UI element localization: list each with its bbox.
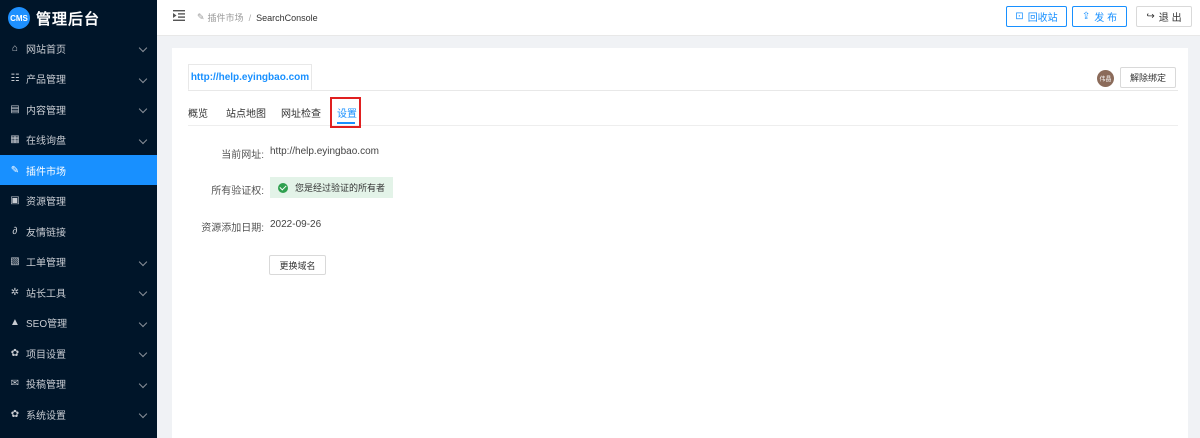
sidebar-item[interactable]: ✉ 投稿管理 [0,369,157,399]
home-icon: ⌂ [11,42,19,54]
tools-icon: ✲ [10,286,20,298]
added-date-label: 资源添加日期: [201,223,264,234]
avatar[interactable]: 伟晶 [1097,70,1114,87]
cms-logo-icon: CMS [8,7,30,29]
menu-fold-icon[interactable] [173,10,185,21]
chevron-down-icon [138,287,148,297]
highlight-box [330,97,361,128]
sidebar-item[interactable]: ▲ SEO管理 [0,308,157,338]
sidebar-item-label: 友情链接 [26,227,66,239]
sidebar-item-label: 产品管理 [26,75,66,86]
sidebar-item-label: 网站首页 [26,44,66,56]
sidebar-item[interactable]: ▤ 内容管理 [0,94,157,124]
warning-icon: ▲ [10,317,20,328]
logo[interactable]: CMS 管理后台 [0,0,157,36]
verified-owner-badge: 您是经过验证的所有者 [270,177,393,198]
pin-icon: ✎ [10,164,20,176]
verified-owner-text: 您是经过验证的所有者 [295,183,386,193]
main-card: http://help.eyingbao.com 伟晶 解除绑定 概览 站点地图… [172,48,1188,438]
sidebar-item[interactable]: ✎ 插件市场 [0,155,157,185]
sidebar: CMS 管理后台 ⌂ 网站首页 ☷ 产品管理 ▤ 内容管理 ▦ 在线询盘 ✎ 插件市场 ▣ 资源管理 ∂… [0,0,157,438]
upload-icon: ⇪ [1081,11,1091,22]
sidebar-item-label: 项目设置 [26,349,66,361]
app-title: 管理后台 [36,10,101,28]
sidebar-item[interactable]: ▦ 在线询盘 [0,125,157,155]
sidebar-item[interactable]: ✿ 项目设置 [0,338,157,368]
sidebar-item[interactable]: ∂ 友情链接 [0,216,157,246]
content-icon: ▤ [10,103,20,115]
chevron-down-icon [138,379,148,388]
sidebar-item[interactable]: ▣ 资源管理 [0,186,157,216]
chevron-down-icon [138,318,148,327]
logout-button[interactable]: ↪ 退 出 [1136,6,1192,27]
mail-icon: ✉ [10,378,20,389]
sidebar-item-label: SEO管理 [26,319,68,330]
tab-overview[interactable]: 概览 [188,105,208,120]
current-url-value: http://help.eyingbao.com [270,146,379,157]
chevron-down-icon [138,348,148,358]
breadcrumb-current: SearchConsole [256,12,318,23]
chevron-down-icon [138,409,148,419]
chevron-down-icon [138,257,148,266]
chevron-down-icon [138,43,148,53]
sidebar-item-label: 资源管理 [26,197,66,208]
grid-icon: ▣ [10,195,20,206]
logout-icon: ↪ [1146,11,1155,22]
sidebar-item[interactable]: ☷ 产品管理 [0,64,157,94]
settings-icon: ✿ [10,408,20,420]
recycle-bin-button[interactable]: ⊡ 回收站 [1006,6,1067,27]
gear-icon: ✿ [10,347,20,359]
product-icon: ☷ [10,73,20,84]
link-icon: ∂ [12,225,18,237]
sidebar-item-label: 站长工具 [26,288,66,300]
top-header: ✎ 插件市场 / SearchConsole ⊡ 回收站 ⇪ 发 布 ↪ 退 出 [157,0,1200,36]
breadcrumb: ✎ 插件市场 / SearchConsole [197,11,318,24]
tab-url-inspection[interactable]: 网址检查 [281,105,321,120]
sidebar-item[interactable]: ✿ 系统设置 [0,399,157,429]
sidebar-item-label: 系统设置 [26,410,66,422]
breadcrumb-parent[interactable]: 插件市场 [208,11,244,24]
sidebar-item-label: 插件市场 [26,166,66,178]
inquiry-icon: ▦ [10,134,20,145]
logout-label: 退 出 [1158,13,1182,24]
unbind-button[interactable]: 解除绑定 [1120,67,1176,88]
ownership-label: 所有验证权: [211,186,264,197]
tab-sitemap[interactable]: 站点地图 [226,105,266,120]
sidebar-item-label: 在线询盘 [26,136,66,147]
trash-icon: ⊡ [1015,11,1024,22]
sidebar-item-label: 工单管理 [26,258,66,269]
change-domain-button[interactable]: 更换域名 [269,255,326,275]
sidebar-item-label: 投稿管理 [26,380,66,391]
publish-label: 发 布 [1094,13,1118,24]
added-date-value: 2022-09-26 [270,219,322,230]
sidebar-item[interactable]: ✲ 站长工具 [0,277,157,307]
chevron-down-icon [138,74,148,83]
sidebar-item[interactable]: ⌂ 网站首页 [0,33,157,63]
sidebar-item-label: 内容管理 [26,105,66,117]
ticket-icon: ▧ [10,256,20,267]
chevron-down-icon [138,135,148,144]
chevron-down-icon [138,104,148,114]
check-circle-icon [278,182,288,193]
domain-tab-divider [188,90,1178,91]
pin-icon: ✎ [197,12,205,22]
domain-tab[interactable]: http://help.eyingbao.com [188,64,312,91]
breadcrumb-separator: / [248,12,252,23]
publish-button[interactable]: ⇪ 发 布 [1072,6,1127,27]
recycle-bin-label: 回收站 [1027,13,1058,24]
current-url-label: 当前网址: [221,150,264,161]
sidebar-item[interactable]: ▧ 工单管理 [0,247,157,277]
